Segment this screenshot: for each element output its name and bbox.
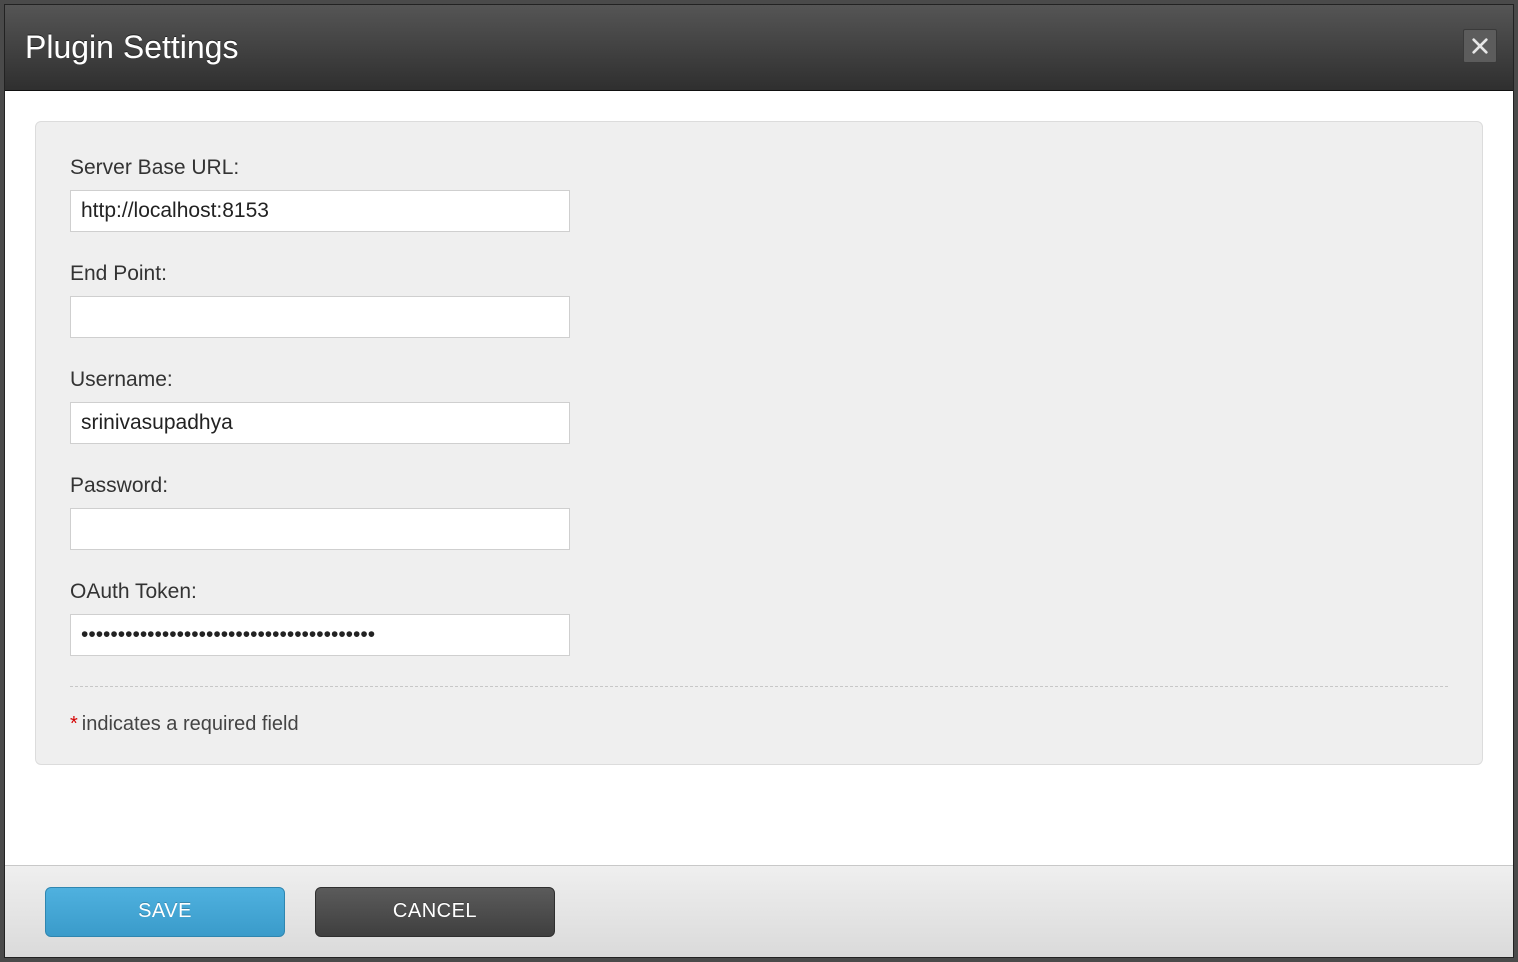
modal-footer: SAVE CANCEL	[5, 865, 1513, 957]
required-marker: *	[70, 713, 78, 735]
cancel-button[interactable]: CANCEL	[315, 887, 555, 937]
close-icon	[1471, 37, 1489, 55]
required-field-note: *indicates a required field	[70, 686, 1448, 736]
username-label: Username:	[70, 368, 1448, 392]
end-point-input[interactable]	[70, 296, 570, 338]
password-input[interactable]	[70, 508, 570, 550]
modal-header: Plugin Settings	[5, 5, 1513, 91]
field-password: Password:	[70, 474, 1448, 550]
end-point-label: End Point:	[70, 262, 1448, 286]
server-base-url-label: Server Base URL:	[70, 156, 1448, 180]
form-panel: Server Base URL: End Point: Username: Pa…	[35, 121, 1483, 765]
oauth-token-label: OAuth Token:	[70, 580, 1448, 604]
oauth-token-input[interactable]	[70, 614, 570, 656]
plugin-settings-modal: Plugin Settings Server Base URL: End Poi…	[4, 4, 1514, 958]
modal-body: Server Base URL: End Point: Username: Pa…	[5, 91, 1513, 865]
required-note-text: indicates a required field	[82, 713, 299, 735]
close-button[interactable]	[1463, 29, 1497, 63]
username-input[interactable]	[70, 402, 570, 444]
server-base-url-input[interactable]	[70, 190, 570, 232]
modal-title: Plugin Settings	[25, 29, 238, 66]
field-end-point: End Point:	[70, 262, 1448, 338]
field-server-base-url: Server Base URL:	[70, 156, 1448, 232]
field-oauth-token: OAuth Token:	[70, 580, 1448, 656]
save-button[interactable]: SAVE	[45, 887, 285, 937]
field-username: Username:	[70, 368, 1448, 444]
password-label: Password:	[70, 474, 1448, 498]
